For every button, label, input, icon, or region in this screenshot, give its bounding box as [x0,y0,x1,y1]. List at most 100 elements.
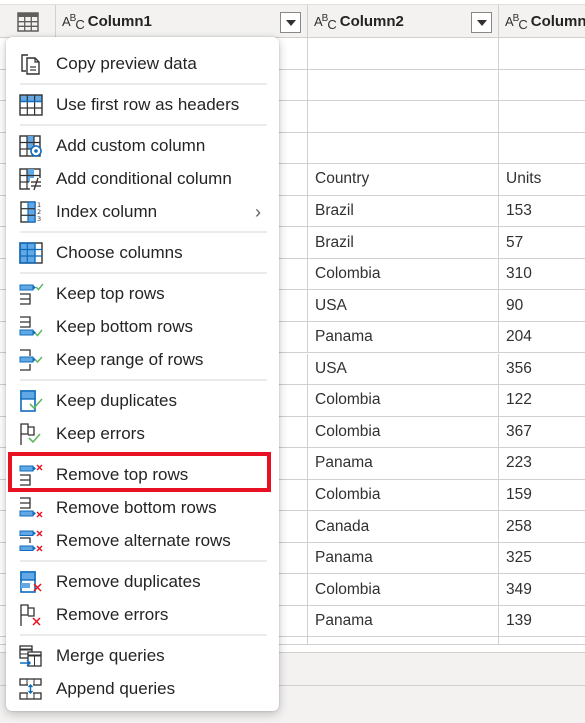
table-cell [499,637,585,644]
table-cell[interactable] [308,69,499,101]
table-cell[interactable]: Colombia [308,258,499,290]
conditional-column-icon [19,167,42,190]
keep-duplicates-icon [20,389,43,412]
menu-item-index-column[interactable]: 1 2 3 Index column › [6,195,279,228]
menu-item-remove-errors[interactable]: Remove errors [6,598,279,631]
table-cell[interactable]: Panama [308,542,499,574]
table-cell[interactable] [499,70,585,101]
menu-item-label: Remove top rows [56,464,189,484]
append-queries-icon [19,677,42,700]
table-cell[interactable] [499,38,585,69]
menu-item-remove-alternate-rows[interactable]: Remove alternate rows [6,524,279,557]
menu-item-label: Append queries [56,678,176,698]
menu-item-remove-top-rows[interactable]: Remove top rows [6,458,279,491]
menu-separator [20,231,267,233]
menu-separator [20,634,267,636]
menu-separator [20,560,267,562]
menu-separator [20,272,267,274]
table-cell[interactable]: Colombia [308,416,499,448]
menu-item-keep-range-of-rows[interactable]: Keep range of rows [6,343,279,376]
table-cell[interactable]: Brazil [308,195,499,227]
menu-item-label: Keep top rows [56,283,165,303]
table-cell[interactable] [499,101,585,132]
table-cell[interactable]: USA [308,290,499,321]
menu-item-remove-duplicates[interactable]: Remove duplicates [6,565,279,598]
table-cell[interactable] [308,132,499,164]
power-query-editor: ABC Column1 ABC Column2 ABC Column3 2020… [0,0,585,723]
table-cell[interactable]: Colombia [308,479,499,511]
table-cell[interactable] [308,101,499,132]
remove-alternate-rows-icon [19,530,43,551]
table-cell[interactable]: Units [499,164,585,195]
svg-text:3: 3 [37,215,41,223]
text-type-icon: ABC [505,13,528,32]
table-cell[interactable]: Panama [308,605,499,637]
table-cell[interactable]: 367 [499,417,585,448]
menu-separator [20,453,267,455]
table-cell[interactable]: 349 [499,574,585,605]
table-cell[interactable]: Brazil [308,227,499,258]
menu-item-add-conditional-column[interactable]: Add conditional column [6,162,279,195]
menu-item-choose-columns[interactable]: Choose columns [6,236,279,269]
table-cell[interactable]: Panama [308,321,499,353]
remove-bottom-rows-icon [19,496,43,517]
table-cell[interactable]: USA [308,353,499,384]
remove-errors-icon [20,603,41,626]
menu-item-label: Merge queries [56,645,165,665]
table-cell[interactable]: 159 [499,480,585,511]
keep-range-rows-icon [19,348,43,371]
table-cell[interactable]: 325 [499,543,585,574]
table-menu-button[interactable] [0,5,56,38]
menu-item-keep-duplicates[interactable]: Keep duplicates [6,384,279,417]
menu-separator [20,83,267,85]
index-column-icon: 1 2 3 [20,201,41,223]
chevron-right-icon: › [255,202,261,222]
menu-item-copy-preview-data[interactable]: Copy preview data [6,47,279,80]
menu-item-keep-bottom-rows[interactable]: Keep bottom rows [6,310,279,343]
column-filter-dropdown[interactable] [471,12,492,33]
menu-separator [20,379,267,381]
table-cell[interactable]: 139 [499,606,585,637]
menu-item-label: Add custom column [56,135,206,155]
table-cell[interactable]: 204 [499,322,585,353]
table-cell[interactable]: 57 [499,227,585,258]
first-row-headers-icon [19,93,43,116]
table-cell[interactable]: 310 [499,259,585,290]
remove-top-rows-icon [19,464,43,486]
menu-item-merge-queries[interactable]: Merge queries [6,639,279,672]
menu-item-label: Keep duplicates [56,390,177,410]
table-cell[interactable]: Canada [308,511,499,542]
column-name: Column1 [87,13,152,30]
menu-item-label: Remove bottom rows [56,497,217,517]
text-type-icon: ABC [314,13,337,32]
menu-item-add-custom-column[interactable]: Add custom column [6,129,279,162]
menu-item-keep-errors[interactable]: Keep errors [6,417,279,450]
column-header-column2[interactable]: ABC Column2 [308,5,499,38]
menu-item-label: Keep errors [56,423,145,443]
table-cell[interactable]: 223 [499,448,585,479]
table-cell[interactable]: 153 [499,196,585,227]
column-filter-dropdown[interactable] [280,12,301,33]
menu-item-append-queries[interactable]: Append queries [6,672,279,705]
table-cell[interactable]: 258 [499,511,585,542]
table-cell[interactable]: Colombia [308,385,499,416]
table-cell[interactable]: 356 [499,354,585,385]
menu-item-remove-bottom-rows[interactable]: Remove bottom rows [6,491,279,524]
table-cell[interactable]: Colombia [308,574,499,605]
text-type-icon: ABC [62,13,85,32]
table-cell[interactable]: Country [308,164,499,195]
table-cell[interactable]: Panama [308,448,499,479]
table-cell[interactable]: 90 [499,290,585,321]
chevron-down-icon [476,19,487,26]
table-cell[interactable] [308,38,499,69]
column-header-column3[interactable]: ABC Column3 [499,5,585,38]
column-header-column1[interactable]: ABC Column1 [56,5,308,38]
table-icon [16,11,39,32]
column-name: Column2 [339,13,404,30]
table-cell[interactable] [499,133,585,164]
menu-item-use-first-row-as-headers[interactable]: Use first row as headers [6,88,279,121]
column-name: Column3 [530,13,585,30]
table-cell[interactable]: 122 [499,385,585,416]
remove-duplicates-icon [20,570,42,593]
menu-item-keep-top-rows[interactable]: Keep top rows [6,277,279,310]
